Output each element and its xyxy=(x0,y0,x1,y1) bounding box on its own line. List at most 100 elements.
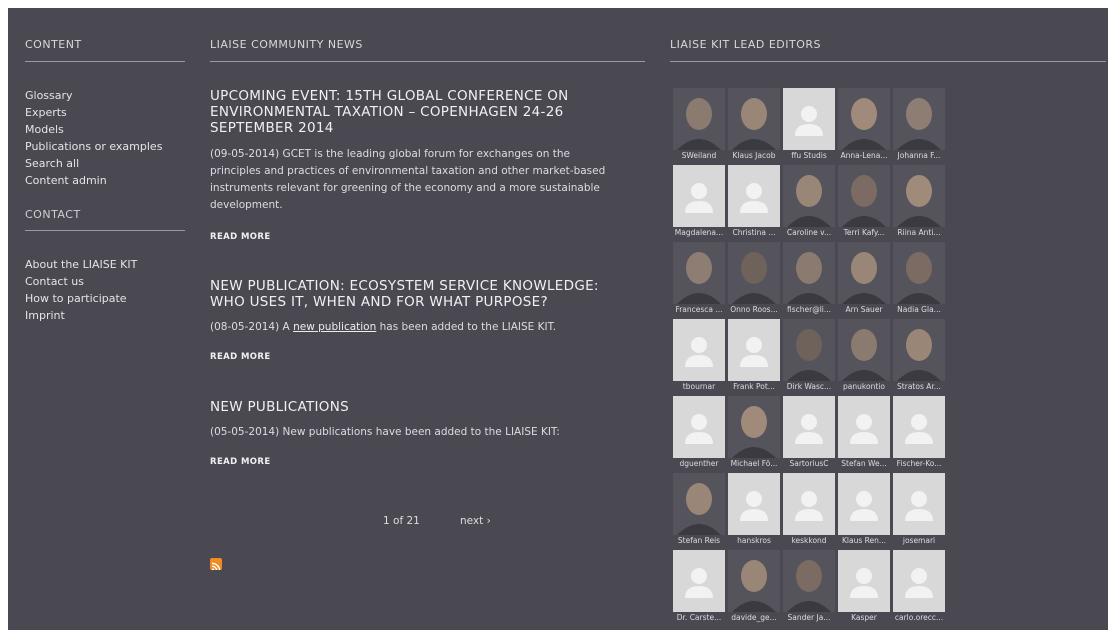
editor-card[interactable]: Klaus Jacob xyxy=(727,88,781,164)
editor-name: tbournar xyxy=(682,382,716,391)
editor-name: Stratos Ar... xyxy=(897,382,941,391)
editor-name: Michael Fö... xyxy=(730,459,778,468)
editor-card[interactable]: fischer@li... xyxy=(782,242,836,318)
editor-card[interactable]: Magdalena... xyxy=(672,165,726,241)
default-user-icon xyxy=(893,550,945,612)
editor-card[interactable]: Klaus Ren... xyxy=(837,473,891,549)
contact-divider xyxy=(25,230,185,231)
news-header: LIAISE COMMUNITY NEWS xyxy=(210,38,363,51)
editor-photo xyxy=(673,88,725,150)
default-user-icon xyxy=(893,396,945,458)
editor-name: josemari xyxy=(902,536,936,545)
pager-next-link[interactable]: next › xyxy=(460,515,491,527)
rss-feed-icon[interactable] xyxy=(210,558,222,570)
editor-photo xyxy=(728,242,780,304)
default-user-icon xyxy=(728,165,780,227)
editors-header: LIAISE KIT LEAD EDITORS xyxy=(670,38,821,51)
menu-search-all[interactable]: Search all xyxy=(25,155,79,172)
editor-card[interactable]: carlo.orecc... xyxy=(892,550,946,626)
editor-card[interactable]: Onno Roos... xyxy=(727,242,781,318)
read-more-3[interactable]: READ MORE xyxy=(210,457,271,467)
default-user-icon xyxy=(838,473,890,535)
editor-name: Dr. Carste... xyxy=(676,613,722,622)
menu-models[interactable]: Models xyxy=(25,121,64,138)
editor-photo xyxy=(783,319,835,381)
contact-header: CONTACT xyxy=(25,208,81,221)
editor-photo xyxy=(838,88,890,150)
editor-card[interactable]: Terri Kafy... xyxy=(837,165,891,241)
read-more-2[interactable]: READ MORE xyxy=(210,352,271,362)
editor-photo xyxy=(728,550,780,612)
editor-card[interactable]: Stefan We... xyxy=(837,396,891,472)
editor-photo xyxy=(838,242,890,304)
editor-name: Terri Kafy... xyxy=(843,228,885,237)
editor-card[interactable]: Stratos Ar... xyxy=(892,319,946,395)
editor-card[interactable]: Anna-Lena... xyxy=(837,88,891,164)
editor-card[interactable]: dguenther xyxy=(672,396,726,472)
menu-about[interactable]: About the LIAISE KIT xyxy=(25,256,137,273)
editor-photo xyxy=(673,242,725,304)
new-publication-link[interactable]: new publication xyxy=(293,321,376,333)
menu-contact-us[interactable]: Contact us xyxy=(25,273,84,290)
news-title-3[interactable]: NEW PUBLICATIONS xyxy=(210,399,620,415)
editor-name: SWeiland xyxy=(681,151,717,160)
editor-name: Klaus Jacob xyxy=(732,151,776,160)
editor-card[interactable]: Dr. Carste... xyxy=(672,550,726,626)
menu-glossary[interactable]: Glossary xyxy=(25,87,73,104)
editor-card[interactable]: tbournar xyxy=(672,319,726,395)
editor-card[interactable]: ffu Studis xyxy=(782,88,836,164)
editor-photo xyxy=(783,165,835,227)
editor-card[interactable]: Kasper xyxy=(837,550,891,626)
editor-photo xyxy=(728,396,780,458)
editor-photo xyxy=(783,242,835,304)
news-title-1[interactable]: UPCOMING EVENT: 15TH GLOBAL CONFERENCE O… xyxy=(210,88,620,136)
editor-photo xyxy=(838,165,890,227)
editor-card[interactable]: Nadia Gla... xyxy=(892,242,946,318)
editor-card[interactable]: Stefan Reis xyxy=(672,473,726,549)
editor-card[interactable]: keskkond xyxy=(782,473,836,549)
editor-name: Christina ... xyxy=(732,228,776,237)
menu-imprint[interactable]: Imprint xyxy=(25,307,65,324)
editor-name: Johanna F... xyxy=(897,151,941,160)
editor-card[interactable]: Fischer-Ko... xyxy=(892,396,946,472)
editor-card[interactable]: davide_ge... xyxy=(727,550,781,626)
editor-card[interactable]: Caroline v... xyxy=(782,165,836,241)
menu-how-to-participate[interactable]: How to participate xyxy=(25,290,127,307)
editor-name: davide_ge... xyxy=(731,613,777,622)
editor-card[interactable]: hanskros xyxy=(727,473,781,549)
editor-name: dguenther xyxy=(679,459,719,468)
menu-publications[interactable]: Publications or examples xyxy=(25,138,162,155)
editor-card[interactable]: Riina Anti... xyxy=(892,165,946,241)
editor-card[interactable]: Dirk Wasc... xyxy=(782,319,836,395)
editor-name: Dirk Wasc... xyxy=(786,382,832,391)
editor-card[interactable]: SartoriusC xyxy=(782,396,836,472)
editor-card[interactable]: Francesca ... xyxy=(672,242,726,318)
editor-name: carlo.orecc... xyxy=(894,613,944,622)
editor-card[interactable]: Christina ... xyxy=(727,165,781,241)
editor-card[interactable]: Sander Ja... xyxy=(782,550,836,626)
editor-card[interactable]: SWeiland xyxy=(672,88,726,164)
editor-name: Francesca ... xyxy=(675,305,723,314)
menu-content-admin[interactable]: Content admin xyxy=(25,172,107,189)
default-user-icon xyxy=(893,473,945,535)
editor-photo xyxy=(728,88,780,150)
editor-card[interactable]: josemari xyxy=(892,473,946,549)
editor-name: Klaus Ren... xyxy=(841,536,887,545)
editor-name: panukontio xyxy=(843,382,885,391)
editor-card[interactable]: Johanna F... xyxy=(892,88,946,164)
menu-experts[interactable]: Experts xyxy=(25,104,67,121)
news-title-2[interactable]: NEW PUBLICATION: ECOSYSTEM SERVICE KNOWL… xyxy=(210,278,620,310)
editor-name: fischer@li... xyxy=(786,305,832,314)
news-body-2-suffix: has been added to the LIAISE KIT. xyxy=(376,321,557,333)
default-user-icon xyxy=(728,473,780,535)
news-divider xyxy=(210,61,645,62)
news-body-1: (09-05-2014) GCET is the leading global … xyxy=(210,148,606,211)
read-more-1[interactable]: READ MORE xyxy=(210,232,271,242)
editor-name: Stefan Reis xyxy=(677,536,721,545)
editor-name: hanskros xyxy=(737,536,771,545)
editor-card[interactable]: panukontio xyxy=(837,319,891,395)
editor-card[interactable]: Arn Sauer xyxy=(837,242,891,318)
editor-card[interactable]: Michael Fö... xyxy=(727,396,781,472)
editor-card[interactable]: Frank Pot... xyxy=(727,319,781,395)
editor-photo xyxy=(673,473,725,535)
